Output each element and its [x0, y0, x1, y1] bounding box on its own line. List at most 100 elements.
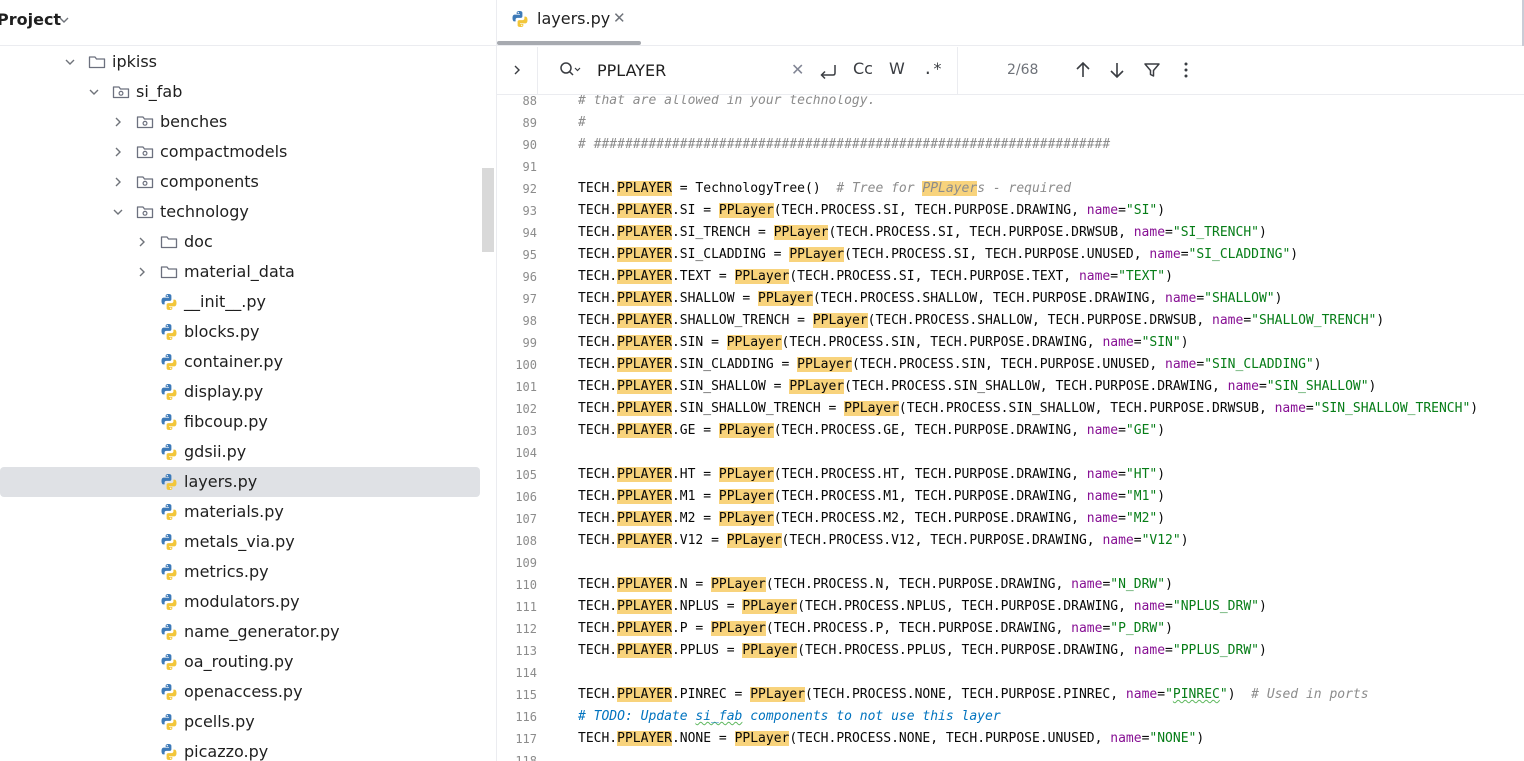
tree-item[interactable]: material_data [0, 257, 482, 287]
tree-item[interactable]: name_generator.py [0, 617, 482, 647]
code-line[interactable]: TECH.PPLAYER.SI = PPLayer(TECH.PROCESS.S… [578, 202, 1165, 220]
tree-item[interactable]: metrics.py [0, 557, 482, 587]
code-line[interactable]: TECH.PPLAYER.SIN_SHALLOW = PPLayer(TECH.… [578, 378, 1376, 396]
code-line[interactable]: TECH.PPLAYER.PINREC = PPLayer(TECH.PROCE… [578, 686, 1369, 704]
code-line[interactable]: TECH.PPLAYER.SHALLOW_TRENCH = PPLayer(TE… [578, 312, 1384, 330]
code-line[interactable]: # TODO: Update si_fab components to not … [578, 708, 1001, 726]
code-line[interactable]: TECH.PPLAYER.TEXT = PPLayer(TECH.PROCESS… [578, 268, 1173, 286]
tree-item[interactable]: pcells.py [0, 707, 482, 737]
code-line[interactable]: TECH.PPLAYER.SIN = PPLayer(TECH.PROCESS.… [578, 334, 1189, 352]
tree-item[interactable]: compactmodels [0, 137, 482, 167]
more-options-icon[interactable] [1176, 60, 1196, 80]
tree-item[interactable]: metals_via.py [0, 527, 482, 557]
tree-item[interactable]: picazzo.py [0, 737, 482, 761]
chevron-right-icon[interactable] [136, 236, 148, 248]
line-number: 117 [515, 732, 537, 746]
search-match: PPLayer [718, 423, 774, 438]
tree-item[interactable]: ipkiss [0, 47, 482, 77]
code-line[interactable]: TECH.PPLAYER.SIN_SHALLOW_TRENCH = PPLaye… [578, 400, 1478, 418]
chevron-right-icon[interactable] [112, 146, 124, 158]
code-token: "M2" [1125, 511, 1158, 526]
code-token: TECH. [578, 291, 618, 306]
code-line[interactable]: TECH.PPLAYER.SI_CLADDING = PPLayer(TECH.… [578, 246, 1298, 264]
code-token: TECH. [578, 401, 618, 416]
tree-item[interactable]: display.py [0, 377, 482, 407]
code-line[interactable]: TECH.PPLAYER.PPLUS = PPLayer(TECH.PROCES… [578, 642, 1267, 660]
arrow-up-icon[interactable] [1073, 60, 1093, 80]
tab-layers-py[interactable]: layers.py ✕ [497, 0, 641, 46]
code-line[interactable]: TECH.PPLAYER.V12 = PPLayer(TECH.PROCESS.… [578, 532, 1189, 550]
regex-toggle[interactable]: .* [923, 59, 942, 83]
code-line[interactable]: TECH.PPLAYER.SIN_CLADDING = PPLayer(TECH… [578, 356, 1322, 374]
search-match: PPLAYER [617, 291, 672, 306]
code-line[interactable]: TECH.PPLAYER.N = PPLayer(TECH.PROCESS.N,… [578, 576, 1173, 594]
tree-item[interactable]: benches [0, 107, 482, 137]
chevron-right-icon[interactable] [112, 116, 124, 128]
tab-close-icon[interactable]: ✕ [613, 9, 626, 27]
tree-item-label: metrics.py [184, 562, 269, 581]
tree-item[interactable]: fibcoup.py [0, 407, 482, 437]
code-token: TECH. [578, 687, 618, 702]
clear-search-icon[interactable]: ✕ [791, 60, 804, 84]
code-line[interactable]: TECH.PPLAYER.SHALLOW = PPLayer(TECH.PROC… [578, 290, 1282, 308]
code-line[interactable]: TECH.PPLAYER.HT = PPLayer(TECH.PROCESS.H… [578, 466, 1165, 484]
code-line[interactable]: # that are allowed in your technology. [578, 95, 875, 110]
code-token: TECH. [578, 621, 618, 636]
code-line[interactable]: TECH.PPLAYER.GE = PPLayer(TECH.PROCESS.G… [578, 422, 1165, 440]
code-token: .V12 = [671, 533, 727, 548]
tree-item[interactable]: doc [0, 227, 482, 257]
match-case-toggle[interactable]: Cc [853, 59, 873, 83]
tree-item-label: display.py [184, 382, 264, 401]
chevron-down-icon[interactable] [88, 86, 100, 98]
python-file-icon [161, 354, 177, 370]
code-token: TECH. [578, 731, 618, 746]
code-line[interactable]: TECH.PPLAYER.NONE = PPLayer(TECH.PROCESS… [578, 730, 1204, 748]
line-number: 107 [515, 512, 537, 526]
code-line[interactable]: TECH.PPLAYER.P = PPLayer(TECH.PROCESS.P,… [578, 620, 1173, 638]
tree-item[interactable]: materials.py [0, 497, 482, 527]
tree-item[interactable]: technology [0, 197, 482, 227]
project-panel-title[interactable]: Project [0, 10, 61, 29]
code-line[interactable]: TECH.PPLAYER.NPLUS = PPLayer(TECH.PROCES… [578, 598, 1267, 616]
tree-item[interactable]: container.py [0, 347, 482, 377]
chevron-down-icon[interactable] [64, 56, 76, 68]
chevron-right-icon[interactable] [112, 176, 124, 188]
search-match: PPLayer [742, 643, 798, 658]
project-tree-scrollbar[interactable] [482, 168, 494, 252]
tree-item[interactable]: modulators.py [0, 587, 482, 617]
python-file-icon [161, 414, 177, 430]
tree-item-label: si_fab [136, 82, 183, 101]
code-token: "SI_CLADDING" [1188, 247, 1291, 262]
code-line[interactable]: TECH.PPLAYER.SI_TRENCH = PPLayer(TECH.PR… [578, 224, 1267, 242]
code-editor[interactable]: 88 89 90 91 92 93 94 95 96 97 98 99 100 101 102 103 104 1… [497, 95, 1524, 761]
tree-item[interactable]: si_fab [0, 77, 482, 107]
code-line[interactable]: # [578, 114, 586, 132]
package-folder-icon [136, 116, 154, 129]
tree-item[interactable]: __init__.py [0, 287, 482, 317]
find-input[interactable] [597, 58, 777, 82]
search-history-icon[interactable] [559, 61, 581, 79]
code-line[interactable]: TECH.PPLAYER = TechnologyTree() # Tree f… [578, 180, 1071, 198]
chevron-right-icon[interactable] [136, 266, 148, 278]
expand-replace-icon[interactable] [511, 63, 523, 77]
tree-item[interactable]: layers.py [0, 467, 480, 497]
tree-item[interactable]: oa_routing.py [0, 647, 482, 677]
filter-icon[interactable] [1142, 60, 1162, 80]
code-token: name [1086, 203, 1119, 218]
tree-item[interactable]: gdsii.py [0, 437, 482, 467]
chevron-down-icon[interactable] [112, 206, 124, 218]
code-token: TECH. [578, 423, 618, 438]
code-line[interactable]: # ######################################… [578, 136, 1110, 154]
code-token: .SI = [671, 203, 719, 218]
tree-item[interactable]: openaccess.py [0, 677, 482, 707]
code-token: TECH. [578, 599, 618, 614]
chevron-down-icon[interactable] [58, 14, 70, 26]
code-line[interactable]: TECH.PPLAYER.M2 = PPLayer(TECH.PROCESS.M… [578, 510, 1165, 528]
arrow-down-icon[interactable] [1107, 60, 1127, 80]
new-line-icon[interactable] [817, 59, 839, 83]
tree-item[interactable]: components [0, 167, 482, 197]
tree-item[interactable]: blocks.py [0, 317, 482, 347]
words-toggle[interactable]: W [889, 59, 905, 83]
tree-item-label: blocks.py [184, 322, 260, 341]
code-line[interactable]: TECH.PPLAYER.M1 = PPLayer(TECH.PROCESS.M… [578, 488, 1165, 506]
